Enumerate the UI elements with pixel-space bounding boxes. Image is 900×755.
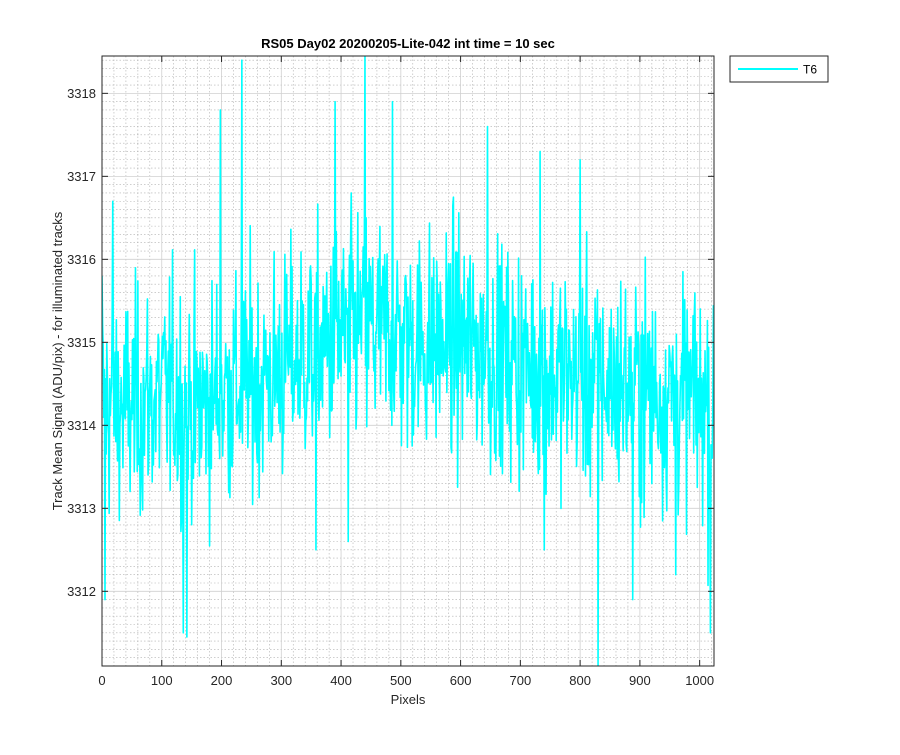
legend-label-t6: T6 [803, 63, 817, 77]
chart-title: RS05 Day02 20200205-Lite-042 int time = … [261, 36, 555, 51]
y-axis-label: Track Mean Signal (ADU/pix) - for illumi… [50, 211, 65, 510]
legend[interactable]: T6 [729, 55, 829, 83]
x-tick-label: 200 [211, 673, 233, 688]
x-tick-label: 800 [569, 673, 591, 688]
y-tick-label: 3318 [67, 86, 96, 101]
x-tick-label: 100 [151, 673, 173, 688]
figure: 0 100 200 300 400 500 600 700 800 900 1000 3312 3313… [0, 0, 900, 750]
y-tick-label: 3314 [67, 418, 96, 433]
x-tick-label: 600 [450, 673, 472, 688]
line-chart: 0 100 200 300 400 500 600 700 800 900 1000 3312 3313… [0, 0, 900, 750]
y-tick-label: 3317 [67, 169, 96, 184]
y-tick-label: 3313 [67, 501, 96, 516]
y-tick-label: 3312 [67, 584, 96, 599]
x-tick-label: 300 [270, 673, 292, 688]
x-tick-label: 0 [98, 673, 105, 688]
y-tick-label: 3315 [67, 335, 96, 350]
x-tick-label: 400 [330, 673, 352, 688]
x-tick-label: 900 [629, 673, 651, 688]
y-tick-label: 3316 [67, 252, 96, 267]
x-tick-label: 1000 [685, 673, 714, 688]
x-axis-label: Pixels [391, 692, 426, 707]
x-tick-label: 700 [510, 673, 532, 688]
x-tick-label: 500 [390, 673, 412, 688]
